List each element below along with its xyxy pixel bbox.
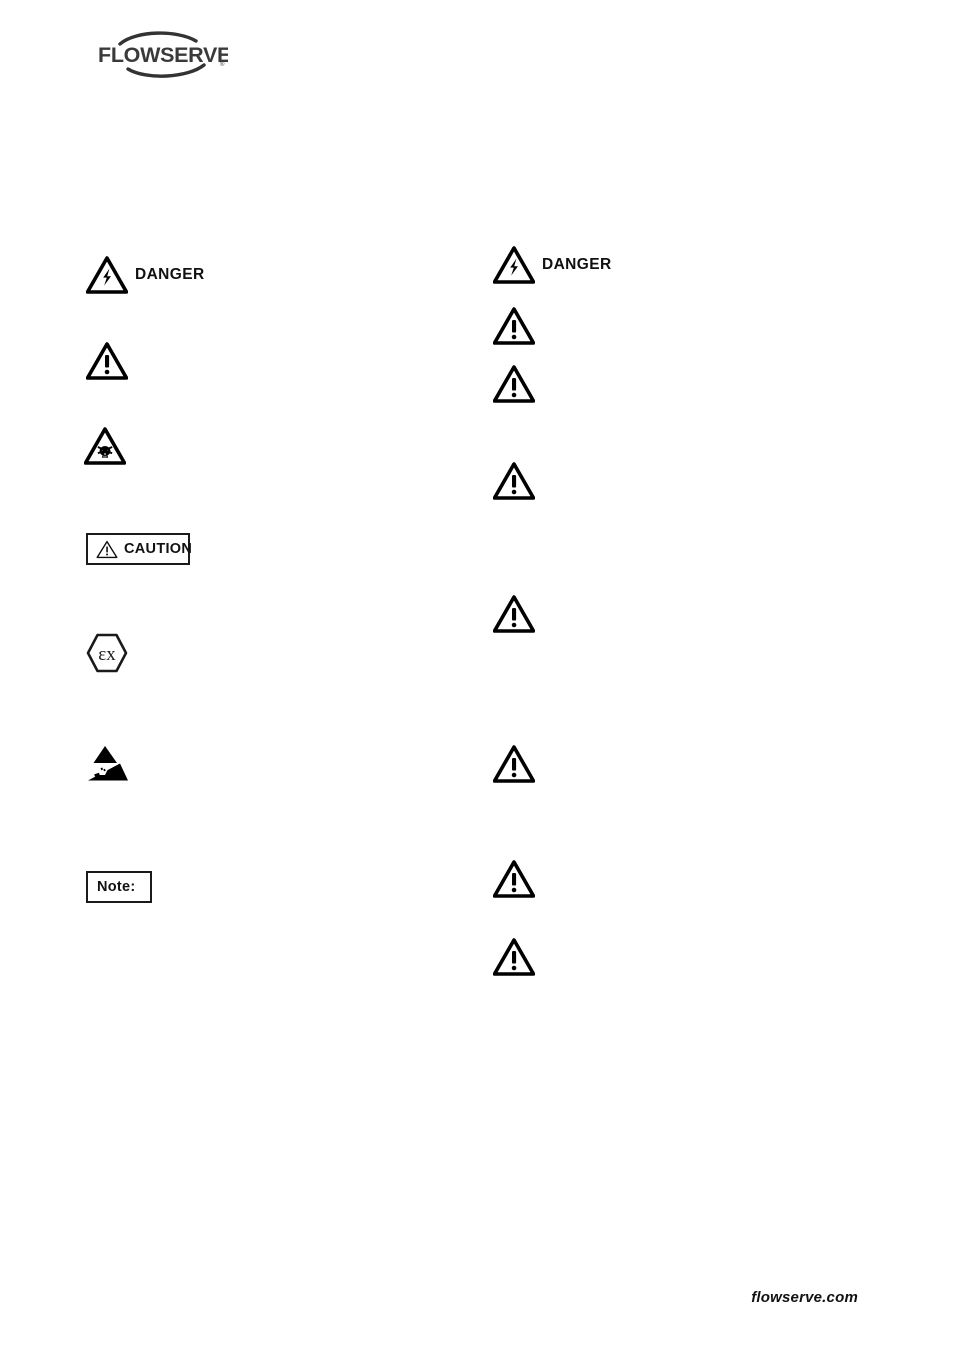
warning-exclamation-triangle-icon xyxy=(493,595,535,633)
right-danger-label: DANGER xyxy=(542,256,612,273)
electrostatic-discharge-icon xyxy=(84,744,132,786)
warning-exclamation-triangle-icon xyxy=(493,462,535,500)
electrical-hazard-triangle-icon xyxy=(86,256,128,294)
right-warning-row-2 xyxy=(493,365,535,403)
right-warning-row-5 xyxy=(493,745,535,783)
left-toxic-row xyxy=(84,427,126,465)
warning-exclamation-triangle-icon xyxy=(493,860,535,898)
svg-text:®: ® xyxy=(220,61,225,68)
caution-box: CAUTION xyxy=(86,533,193,565)
right-danger-row: DANGER xyxy=(493,246,612,284)
left-esd-row xyxy=(84,744,132,786)
toxic-skull-triangle-icon xyxy=(84,427,126,465)
note-box: Note: xyxy=(86,871,152,903)
right-warning-row-3 xyxy=(493,462,535,500)
caution-label: CAUTION xyxy=(124,541,193,557)
left-atex-row: εx xyxy=(84,631,130,675)
right-warning-row-6 xyxy=(493,860,535,898)
warning-exclamation-triangle-icon xyxy=(86,342,128,380)
atex-ex-hexagon-icon: εx xyxy=(84,631,130,675)
svg-text:εx: εx xyxy=(98,644,116,665)
note-label: Note: xyxy=(97,879,136,895)
electrical-hazard-triangle-icon xyxy=(493,246,535,284)
warning-exclamation-triangle-icon xyxy=(493,307,535,345)
right-warning-row-7 xyxy=(493,938,535,976)
warning-exclamation-triangle-icon xyxy=(493,365,535,403)
warning-exclamation-triangle-icon xyxy=(493,938,535,976)
left-danger-row: DANGER xyxy=(86,256,205,294)
flowserve-logo: FLOWSERVE ® xyxy=(96,28,228,80)
document-page: FLOWSERVE ® DANGER CAUTION εx Note: DANG… xyxy=(0,0,954,1351)
left-warning-row xyxy=(86,342,128,380)
svg-text:FLOWSERVE: FLOWSERVE xyxy=(98,43,228,67)
footer-website: flowserve.com xyxy=(751,1289,858,1306)
left-danger-label: DANGER xyxy=(135,266,205,283)
caution-outline-triangle-icon xyxy=(96,540,118,559)
right-warning-row-4 xyxy=(493,595,535,633)
right-warning-row-1 xyxy=(493,307,535,345)
warning-exclamation-triangle-icon xyxy=(493,745,535,783)
